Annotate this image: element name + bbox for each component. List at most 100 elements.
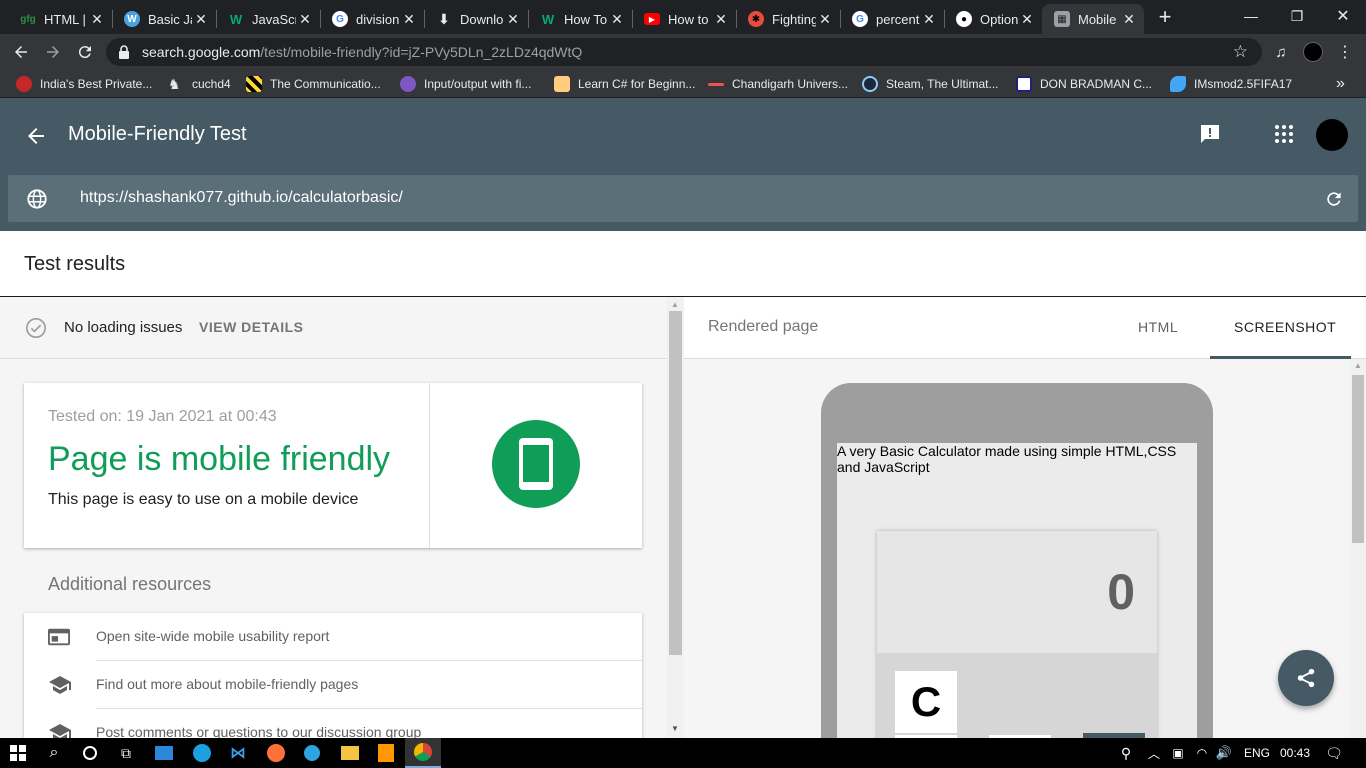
close-icon[interactable]: ✕ bbox=[816, 11, 834, 28]
browser-tab[interactable]: W How To ✕ bbox=[528, 4, 632, 34]
report-icon bbox=[48, 628, 70, 646]
maximize-button[interactable]: ❐ bbox=[1274, 0, 1320, 32]
close-icon[interactable]: ✕ bbox=[920, 11, 938, 28]
scroll-up-icon[interactable]: ▲ bbox=[671, 300, 679, 309]
close-icon[interactable]: ✕ bbox=[88, 11, 106, 28]
account-avatar[interactable] bbox=[1316, 119, 1348, 151]
media-control-icon[interactable]: ♫ bbox=[1268, 39, 1294, 65]
browser-tab[interactable]: ● Option ✕ bbox=[944, 4, 1042, 34]
bookmark-item[interactable]: IMsmod2.5FIFA17 bbox=[1170, 70, 1292, 98]
bookmark-item[interactable]: Steam, The Ultimat... bbox=[862, 70, 998, 98]
close-icon[interactable]: ✕ bbox=[712, 11, 730, 28]
tab-title: How To bbox=[564, 11, 608, 27]
share-button[interactable] bbox=[1278, 650, 1334, 706]
task-view-icon[interactable]: ⧉ bbox=[108, 738, 144, 768]
star-icon[interactable]: ☆ bbox=[1233, 42, 1248, 62]
minimize-button[interactable]: — bbox=[1228, 0, 1274, 32]
tested-url-bar[interactable]: https://shashank077.github.io/calculator… bbox=[8, 175, 1358, 222]
right-scrollbar[interactable]: ▲ bbox=[1350, 359, 1366, 738]
browser-tab-active[interactable]: ▦ Mobile ✕ bbox=[1042, 4, 1144, 34]
firefox-icon[interactable] bbox=[258, 738, 294, 768]
telegram-icon[interactable] bbox=[294, 738, 330, 768]
browser-tab[interactable]: ⬇ Downlo ✕ bbox=[424, 4, 528, 34]
tab-title: Option bbox=[980, 11, 1018, 27]
url-path: /test/mobile-friendly?id=jZ-PVy5DLn_2zLD… bbox=[260, 44, 583, 60]
resource-link[interactable]: Find out more about mobile-friendly page… bbox=[96, 676, 358, 692]
download-icon: ⬇ bbox=[438, 10, 450, 27]
scrollbar-thumb[interactable] bbox=[669, 311, 682, 655]
close-icon[interactable]: ✕ bbox=[608, 11, 626, 28]
cortana-icon[interactable] bbox=[72, 738, 108, 768]
language-indicator[interactable]: ENG bbox=[1244, 746, 1270, 760]
browser-tab[interactable]: ▶ How to ✕ bbox=[632, 4, 736, 34]
clock[interactable]: 00:43 bbox=[1280, 746, 1310, 760]
close-icon[interactable]: ✕ bbox=[400, 11, 418, 28]
tab-title: Downlo bbox=[460, 11, 504, 27]
school-icon bbox=[49, 676, 71, 694]
file-explorer-icon[interactable] bbox=[332, 738, 368, 768]
tab-screenshot[interactable]: SCREENSHOT bbox=[1234, 319, 1336, 335]
browser-tab[interactable]: W Basic Ja ✕ bbox=[112, 4, 216, 34]
forward-button[interactable] bbox=[40, 39, 66, 65]
new-tab-button[interactable]: + bbox=[1148, 1, 1182, 33]
results-panel: No loading issues VIEW DETAILS Tested on… bbox=[0, 297, 667, 738]
close-icon[interactable]: ✕ bbox=[1120, 11, 1138, 28]
results-title: Test results bbox=[24, 253, 126, 275]
scroll-down-icon[interactable]: ▼ bbox=[671, 724, 679, 733]
resource-item[interactable]: Find out more about mobile-friendly page… bbox=[24, 661, 642, 709]
browser-tab[interactable]: W JavaScr ✕ bbox=[216, 4, 320, 34]
browser-tab[interactable]: G division ✕ bbox=[320, 4, 424, 34]
browser-tab[interactable]: ✱ Fighting ✕ bbox=[736, 4, 840, 34]
reload-button[interactable] bbox=[72, 39, 98, 65]
feedback-icon bbox=[1201, 125, 1219, 143]
bookmark-item[interactable]: Chandigarh Univers... bbox=[708, 70, 848, 98]
close-icon[interactable]: ✕ bbox=[504, 11, 522, 28]
chrome-icon[interactable] bbox=[405, 738, 441, 768]
scrollbar-thumb[interactable] bbox=[1352, 375, 1364, 543]
volume-icon[interactable]: 🔊 bbox=[1206, 738, 1242, 768]
back-arrow-button[interactable] bbox=[24, 124, 48, 148]
resource-link[interactable]: Post comments or questions to our discus… bbox=[96, 724, 421, 738]
menu-kebab-icon[interactable]: ⋮ bbox=[1332, 39, 1358, 65]
pc-icon[interactable] bbox=[146, 738, 182, 768]
close-icon[interactable]: ✕ bbox=[1018, 11, 1036, 28]
notification-icon[interactable]: 🗨 bbox=[1316, 738, 1352, 768]
resource-item[interactable]: Open site-wide mobile usability report bbox=[24, 613, 642, 661]
browser-tab[interactable]: G percent ✕ bbox=[840, 4, 944, 34]
bookmark-item[interactable]: DON BRADMAN C... bbox=[1016, 70, 1152, 98]
retest-reload-icon[interactable] bbox=[1324, 189, 1344, 209]
close-icon[interactable]: ✕ bbox=[192, 11, 210, 28]
rendered-page-header: Rendered page HTML SCREENSHOT bbox=[684, 297, 1366, 359]
bookmark-item[interactable]: The Communicatio... bbox=[246, 70, 381, 98]
resource-link[interactable]: Open site-wide mobile usability report bbox=[96, 628, 329, 644]
bookmark-item[interactable]: ♞ cuchd4 bbox=[168, 70, 231, 98]
apps-grid-button[interactable] bbox=[1272, 122, 1296, 146]
profile-avatar[interactable] bbox=[1300, 39, 1326, 65]
sublime-icon[interactable] bbox=[368, 738, 404, 768]
edge-icon[interactable] bbox=[184, 738, 220, 768]
scroll-up-icon[interactable]: ▲ bbox=[1354, 361, 1362, 370]
bookmark-item[interactable]: India's Best Private... bbox=[16, 70, 152, 98]
resource-item[interactable]: Post comments or questions to our discus… bbox=[24, 709, 642, 738]
search-icon[interactable]: ⌕ bbox=[36, 738, 72, 768]
clear-key: C bbox=[895, 671, 957, 733]
bookmark-icon bbox=[16, 76, 32, 92]
close-window-button[interactable]: ✕ bbox=[1320, 0, 1366, 32]
address-bar[interactable]: search.google.com/test/mobile-friendly?i… bbox=[106, 38, 1262, 66]
close-icon[interactable]: ✕ bbox=[296, 11, 314, 28]
tab-title: percent bbox=[876, 11, 920, 27]
bookmark-item[interactable]: Learn C# for Beginn... bbox=[554, 70, 695, 98]
bookmark-item[interactable]: Input/output with fi... bbox=[400, 70, 531, 98]
tab-html[interactable]: HTML bbox=[1138, 319, 1178, 335]
view-details-button[interactable]: VIEW DETAILS bbox=[199, 319, 304, 335]
browser-tab[interactable]: gfg HTML | ✕ bbox=[8, 4, 112, 34]
results-header: Test results bbox=[0, 231, 1366, 296]
tab-strip: gfg HTML | ✕ W Basic Ja ✕ W JavaScr ✕ G … bbox=[0, 0, 1366, 34]
windows-start-icon[interactable] bbox=[0, 738, 36, 768]
back-button[interactable] bbox=[8, 39, 34, 65]
feedback-button[interactable] bbox=[1198, 122, 1222, 146]
calculator-preview: 0 C bbox=[877, 531, 1157, 738]
left-scrollbar[interactable]: ▲ ▼ bbox=[667, 297, 684, 738]
vscode-icon[interactable]: ⋈ bbox=[220, 738, 256, 768]
more-bookmarks-icon[interactable]: » bbox=[1336, 70, 1345, 98]
